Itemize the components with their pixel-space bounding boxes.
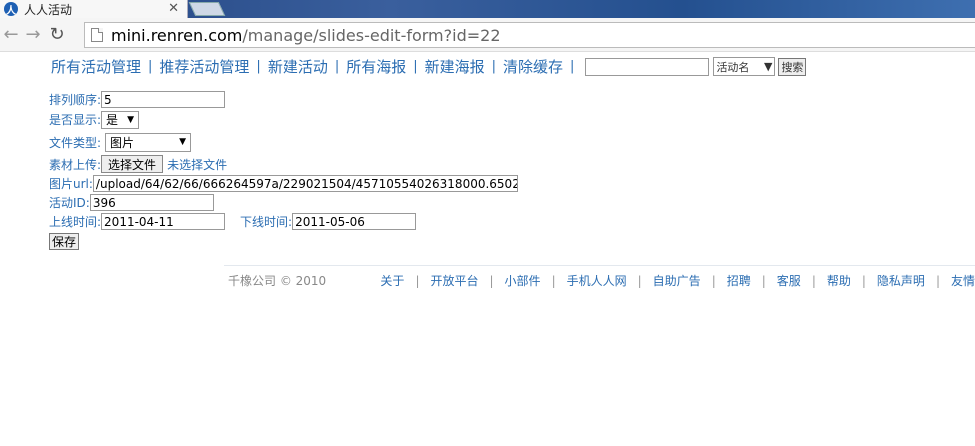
offline-time-label: 下线时间: <box>240 215 293 229</box>
slide-edit-form: 排列顺序: 5 是否显示: 是 ▼ 文件类型: 图片 ▼ 素材上传: 选择文件 … <box>49 90 518 251</box>
reload-icon[interactable]: ↻ <box>46 24 68 46</box>
url-domain: mini.renren.com <box>111 25 243 45</box>
browser-tab[interactable]: 人 人人活动 ✕ <box>0 0 188 18</box>
footer-separator: | <box>551 273 556 288</box>
search-input[interactable] <box>585 57 710 76</box>
online-time-label: 上线时间: <box>49 215 102 229</box>
activity-id-label: 活动ID: <box>49 196 90 210</box>
back-arrow-icon[interactable]: ← <box>0 24 22 46</box>
top-navigation: 所有活动管理 | 推荐活动管理 | 新建活动 | 所有海报 | 新建海报 | 清… <box>51 56 807 77</box>
footer: 千橡公司 © 2010 关于 | 开放平台 | 小部件 | 手机人人网 | 自助… <box>224 265 975 295</box>
dropdown-arrow-icon: ▼ <box>763 60 773 73</box>
nav-all-activities[interactable]: 所有活动管理 <box>51 56 141 77</box>
url-path: /manage/slides-edit-form?id=22 <box>242 25 501 45</box>
footer-separator: | <box>489 273 494 288</box>
footer-link-help[interactable]: 帮助 <box>827 272 851 289</box>
nav-new-activity[interactable]: 新建活动 <box>268 56 328 77</box>
nav-recommended-activities[interactable]: 推荐活动管理 <box>159 56 249 77</box>
forward-arrow-icon[interactable]: → <box>22 24 44 46</box>
filetype-label: 文件类型: <box>49 135 102 150</box>
search-button[interactable]: 搜索 <box>778 57 807 76</box>
footer-link-privacy[interactable]: 隐私声明 <box>877 272 925 289</box>
footer-separator: | <box>935 273 940 288</box>
save-button[interactable]: 保存 <box>49 233 80 250</box>
offline-time-input[interactable]: 2011-05-06 <box>292 213 417 230</box>
image-url-label: 图片url: <box>49 177 93 191</box>
tab-title: 人人活动 <box>24 2 73 17</box>
nav-clear-cache[interactable]: 清除缓存 <box>503 56 563 77</box>
footer-link-about[interactable]: 关于 <box>380 272 404 289</box>
order-label: 排列顺序: <box>49 93 102 107</box>
footer-separator: | <box>711 273 716 288</box>
nav-separator: | <box>256 59 261 74</box>
copyright: 千橡公司 © 2010 <box>228 274 327 288</box>
footer-separator: | <box>637 273 642 288</box>
nav-separator: | <box>334 59 340 74</box>
search-type-select[interactable]: 活动名 ▼ <box>713 57 776 76</box>
upload-label: 素材上传: <box>49 157 102 172</box>
show-select-value: 是 <box>106 113 119 127</box>
nav-all-posters[interactable]: 所有海报 <box>346 56 406 77</box>
dropdown-arrow-icon: ▼ <box>127 114 135 125</box>
new-tab-button[interactable] <box>188 2 226 16</box>
page-icon <box>91 28 103 42</box>
footer-link-jobs[interactable]: 招聘 <box>727 272 751 289</box>
close-tab-icon[interactable]: ✕ <box>168 1 179 16</box>
filetype-select[interactable]: 图片 ▼ <box>105 132 192 152</box>
filetype-select-value: 图片 <box>110 135 135 150</box>
page-content: 所有活动管理 | 推荐活动管理 | 新建活动 | 所有海报 | 新建海报 | 清… <box>0 52 975 446</box>
browser-toolbar: ← → ↻ mini.renren.com/manage/slides-edit… <box>0 18 975 52</box>
no-file-status: 未选择文件 <box>167 157 228 172</box>
nav-separator: | <box>570 59 575 74</box>
nav-separator: | <box>413 59 418 74</box>
nav-separator: | <box>148 59 153 74</box>
footer-separator: | <box>861 273 866 288</box>
address-bar[interactable]: mini.renren.com/manage/slides-edit-form?… <box>84 22 975 48</box>
footer-link-widgets[interactable]: 小部件 <box>505 272 541 289</box>
search-type-value: 活动名 <box>716 60 750 74</box>
order-input[interactable]: 5 <box>101 91 226 108</box>
dropdown-arrow-icon: ▼ <box>179 137 187 147</box>
footer-links: 关于 | 开放平台 | 小部件 | 手机人人网 | 自助广告 | 招聘 | 客服… <box>380 272 975 289</box>
nav-new-poster[interactable]: 新建海报 <box>425 56 485 77</box>
footer-link-self-ads[interactable]: 自助广告 <box>653 272 701 289</box>
footer-link-open-platform[interactable]: 开放平台 <box>430 272 478 289</box>
show-select[interactable]: 是 ▼ <box>101 110 140 129</box>
show-label: 是否显示: <box>49 113 102 127</box>
choose-file-button[interactable]: 选择文件 <box>101 155 164 173</box>
renren-favicon-icon: 人 <box>4 2 18 17</box>
image-url-input[interactable]: /upload/64/62/66/666264597a/229021504/45… <box>92 175 518 192</box>
tab-strip: 人 人人活动 ✕ <box>0 0 975 18</box>
footer-separator: | <box>811 273 816 288</box>
footer-link-friends[interactable]: 友情 <box>951 272 975 289</box>
footer-link-mobile[interactable]: 手机人人网 <box>567 272 627 289</box>
footer-link-service[interactable]: 客服 <box>777 272 801 289</box>
online-time-input[interactable]: 2011-04-11 <box>101 213 226 230</box>
footer-separator: | <box>761 273 766 288</box>
nav-separator: | <box>491 59 497 74</box>
footer-separator: | <box>415 273 420 288</box>
activity-id-input[interactable]: 396 <box>89 194 214 211</box>
